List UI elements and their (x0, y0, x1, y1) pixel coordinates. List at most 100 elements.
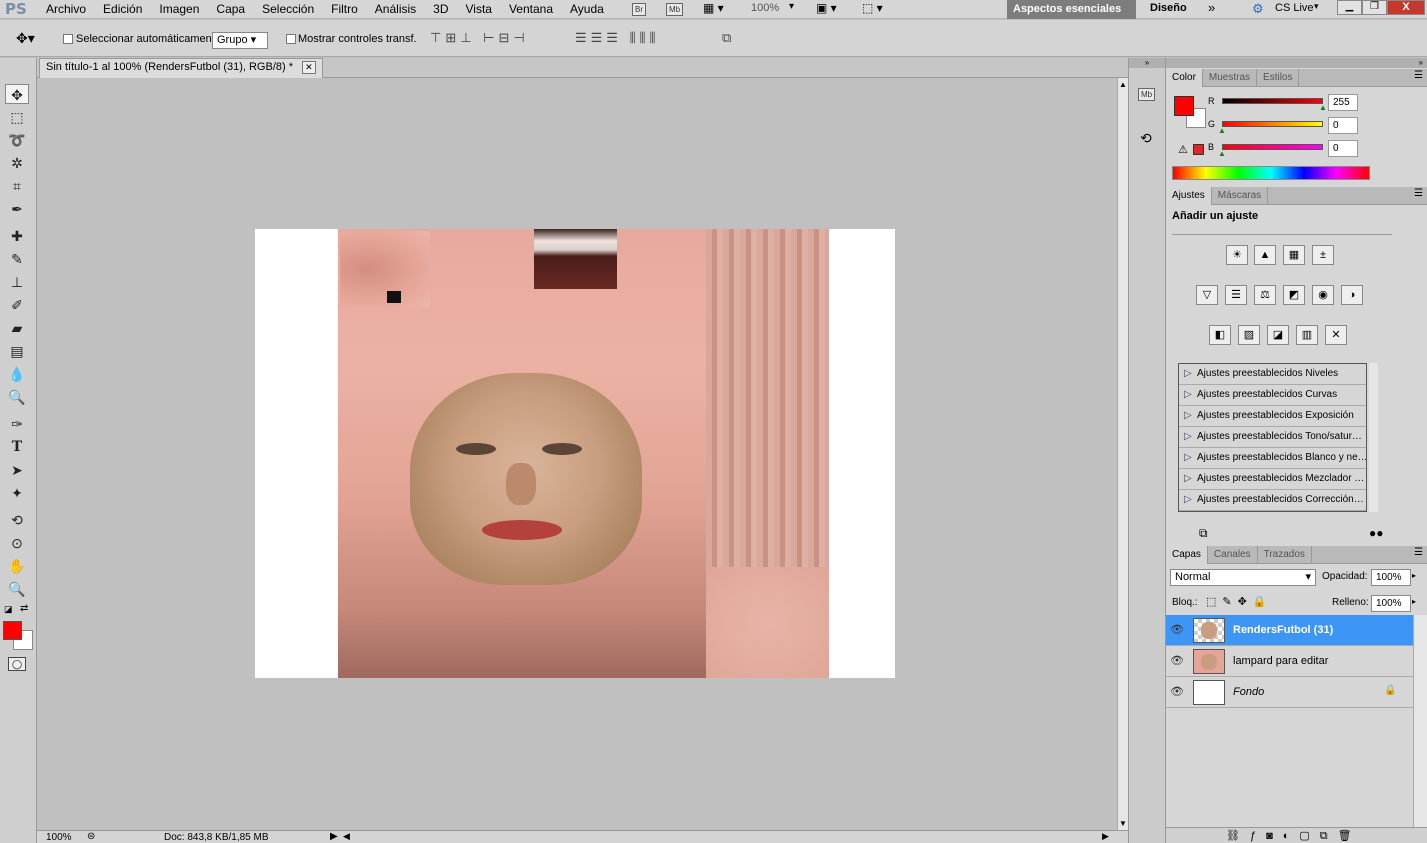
screen-mode-icon[interactable]: ⬚ ▾ (862, 1, 883, 15)
menu-archivo[interactable]: Archivo (46, 1, 94, 17)
expand-triangle-icon[interactable]: ▷ (1184, 469, 1192, 489)
auto-select-checkbox[interactable] (63, 34, 73, 44)
expand-triangle-icon[interactable]: ▷ (1184, 490, 1192, 510)
posterize-icon[interactable]: ▨ (1238, 325, 1260, 345)
close-document-icon[interactable]: ✕ (302, 61, 316, 74)
preset-item[interactable]: ▷ Ajustes preestablecidos Curvas (1179, 385, 1366, 406)
channel-mixer-icon[interactable]: ◑ (1341, 285, 1363, 305)
gradient-map-icon[interactable]: ▥ (1296, 325, 1318, 345)
zoom-chevron-down-icon[interactable]: ▾ (789, 1, 794, 12)
arrange-documents-icon[interactable]: ▣ ▾ (816, 1, 837, 15)
clone-stamp-icon[interactable]: ⊥ (5, 272, 29, 292)
distribute-buttons-icon[interactable]: ☰☰☰ ⫼⫼⫼ (575, 30, 660, 46)
adjust-panel-menu-icon[interactable]: ☰ (1414, 188, 1423, 199)
preset-item[interactable]: ▷ Ajustes preestablecidos Blanco y ne… (1179, 448, 1366, 469)
layer-row[interactable]: 👁 RendersFutbol (31) (1166, 615, 1413, 646)
cslive-chevron-down-icon[interactable]: ▾ (1314, 1, 1319, 12)
hscroll-right-icon[interactable]: ▶ (1102, 831, 1109, 842)
menu-vista[interactable]: Vista (466, 1, 500, 17)
b-value-input[interactable]: 0 (1328, 140, 1358, 157)
document-canvas[interactable] (255, 229, 895, 678)
history-brush-icon[interactable]: ✐ (5, 295, 29, 315)
path-selection-icon[interactable]: ➤ (5, 460, 29, 480)
menu-3d[interactable]: 3D (433, 1, 456, 17)
r-slider[interactable] (1222, 98, 1323, 104)
pen-tool-icon[interactable]: ✑ (5, 414, 29, 434)
exposure-icon[interactable]: ± (1312, 245, 1334, 265)
gradient-icon[interactable]: ▤ (5, 341, 29, 361)
adjust-options-icon[interactable]: ●● (1369, 526, 1384, 540)
layers-scrollbar[interactable] (1413, 615, 1427, 827)
layer-row[interactable]: 👁 Fondo 🔒 (1166, 677, 1413, 708)
cslive-menu[interactable]: CS Live (1275, 2, 1314, 14)
document-tab[interactable]: Sin título-1 al 100% (RendersFutbol (31)… (39, 58, 323, 78)
show-transform-checkbox[interactable] (286, 34, 296, 44)
menu-ayuda[interactable]: Ayuda (570, 1, 612, 17)
color-spectrum-ramp[interactable] (1172, 166, 1370, 180)
menu-filtro[interactable]: Filtro (331, 1, 366, 17)
type-tool-icon[interactable]: T (5, 437, 29, 457)
tab-muestras[interactable]: Muestras (1203, 69, 1258, 87)
tab-canales[interactable]: Canales (1208, 546, 1258, 564)
crop-tool-icon[interactable]: ⌗ (5, 176, 29, 196)
strip-collapse-icon[interactable]: » (1129, 58, 1165, 68)
expand-triangle-icon[interactable]: ▷ (1184, 364, 1192, 384)
align-buttons-icon[interactable]: ⊤⊞⊥ ⊢⊟⊣ (430, 30, 529, 46)
menu-ventana[interactable]: Ventana (509, 1, 561, 17)
tab-color[interactable]: Color (1166, 69, 1203, 87)
move-tool-icon[interactable]: ✥ (5, 84, 29, 104)
vertical-scrollbar[interactable]: ▲ ▼ (1117, 78, 1128, 830)
restore-icon[interactable]: ❐ (1362, 0, 1387, 15)
photo-filter-icon[interactable]: ◉ (1312, 285, 1334, 305)
swap-colors-icon[interactable]: ⇄ (20, 603, 28, 614)
hue-saturation-icon[interactable]: ☰ (1225, 285, 1247, 305)
b-slider-handle-icon[interactable]: ▲ (1218, 149, 1226, 158)
visibility-eye-icon[interactable]: 👁 (1170, 685, 1184, 698)
eraser-icon[interactable]: ▰ (5, 318, 29, 338)
lasso-tool-icon[interactable]: ➰ (5, 130, 29, 150)
close-window-icon[interactable]: X (1387, 0, 1425, 15)
marquee-tool-icon[interactable]: ⬚ (5, 107, 29, 127)
zoom-level-dropdown[interactable]: 100% (751, 2, 779, 14)
layers-panel-menu-icon[interactable]: ☰ (1414, 547, 1423, 558)
workspace-aspectos-esenciales[interactable]: Aspectos esenciales (1007, 0, 1136, 19)
g-slider[interactable] (1222, 121, 1323, 127)
blur-tool-icon[interactable]: 💧 (5, 364, 29, 384)
workspace-diseno[interactable]: Diseño (1150, 2, 1187, 14)
menu-seleccion[interactable]: Selección (262, 1, 322, 17)
opacity-input[interactable]: 100% (1371, 569, 1411, 586)
blend-mode-dropdown[interactable]: Normal ▾ (1170, 569, 1316, 586)
layer-row[interactable]: 👁 lampard para editar (1166, 646, 1413, 677)
vibrance-icon[interactable]: ▽ (1196, 285, 1218, 305)
3d-orbit-icon[interactable]: ⊙ (5, 533, 29, 553)
fill-input[interactable]: 100% (1371, 595, 1411, 612)
healing-brush-icon[interactable]: ✚ (5, 226, 29, 246)
layer-name[interactable]: Fondo (1233, 686, 1264, 698)
layer-footer-buttons-icon[interactable]: ⛓ƒ◙◐▢⧉🗑 (1226, 829, 1362, 843)
quick-selection-icon[interactable]: ✲ (5, 153, 29, 173)
preset-item[interactable]: ▷ Ajustes preestablecidos Niveles (1179, 364, 1366, 385)
scroll-up-icon[interactable]: ▲ (1119, 80, 1127, 89)
menu-edicion[interactable]: Edición (103, 1, 150, 17)
r-value-input[interactable]: 255 (1328, 94, 1358, 111)
tab-ajustes[interactable]: Ajustes (1166, 187, 1212, 205)
scroll-down-icon[interactable]: ▼ (1119, 819, 1127, 828)
tab-estilos[interactable]: Estilos (1257, 69, 1300, 87)
tab-mascaras[interactable]: Máscaras (1212, 187, 1269, 205)
layer-name[interactable]: lampard para editar (1233, 655, 1328, 667)
hand-tool-icon[interactable]: ✋ (5, 556, 29, 576)
r-slider-handle-icon[interactable]: ▲ (1319, 103, 1327, 112)
selective-color-icon[interactable]: ✕ (1325, 325, 1347, 345)
threshold-icon[interactable]: ◪ (1267, 325, 1289, 345)
auto-select-dropdown[interactable]: Grupo ▾ (212, 32, 268, 49)
g-value-input[interactable]: 0 (1328, 117, 1358, 134)
minibridge-panel-icon[interactable]: Mb (1138, 88, 1156, 101)
invert-icon[interactable]: ◧ (1209, 325, 1231, 345)
preset-item[interactable]: ▷ Ajustes preestablecidos Mezclador … (1179, 469, 1366, 490)
preset-scrollbar[interactable] (1369, 363, 1378, 512)
minibridge-button[interactable]: Mb (666, 3, 684, 16)
zoom-tool-icon[interactable]: 🔍 (5, 579, 29, 599)
preset-item[interactable]: ▷ Ajustes preestablecidos Corrección… (1179, 490, 1366, 511)
move-tool-preset-icon[interactable]: ✥▾ (16, 30, 35, 47)
preset-item[interactable]: ▷ Ajustes preestablecidos Exposición (1179, 406, 1366, 427)
